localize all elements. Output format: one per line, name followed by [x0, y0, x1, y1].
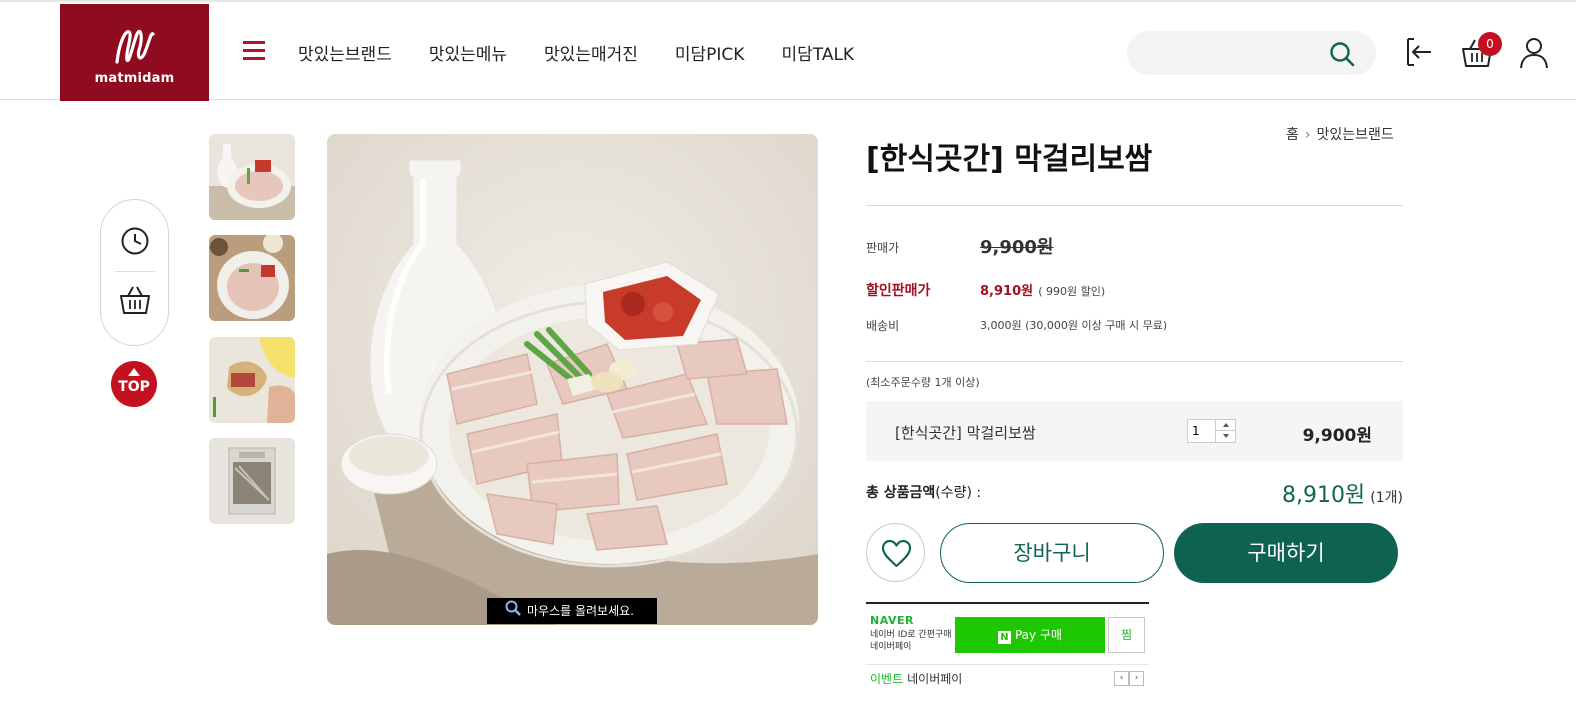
chevron-right-icon[interactable]: ›: [1129, 671, 1144, 686]
product-page: matmidam 맛있는브랜드 맛있는메뉴 맛있는매거진 미담PICK 미담TA…: [0, 0, 1576, 714]
arrow-up-icon: [128, 368, 140, 376]
original-price: 9,900원: [980, 237, 1054, 258]
scroll-top-button[interactable]: TOP: [111, 361, 157, 407]
min-order-note: (최소주문수량 1개 이상): [866, 376, 980, 389]
buy-now-button[interactable]: 구매하기: [1174, 523, 1398, 583]
shipping-label: 배송비: [866, 319, 900, 333]
search-box: [1127, 31, 1376, 75]
product-main-image[interactable]: [327, 134, 818, 625]
logo-mark-icon: [60, 24, 209, 70]
total-count: (1개): [1370, 490, 1403, 506]
logo[interactable]: matmidam: [60, 4, 209, 101]
chevron-right-icon: ›: [1304, 127, 1311, 143]
user-icon[interactable]: [1519, 36, 1549, 74]
divider: [866, 205, 1403, 206]
menu-icon[interactable]: [243, 41, 265, 63]
divider: [866, 664, 1149, 665]
recent-view-icon[interactable]: [120, 226, 150, 260]
thumbnail-3[interactable]: [209, 337, 295, 423]
naver-zzim-button[interactable]: 찜: [1108, 617, 1145, 653]
breadcrumb-home[interactable]: 홈: [1286, 127, 1299, 143]
naver-n-icon: N: [997, 631, 1011, 644]
quantity-stepper: [1187, 419, 1236, 443]
option-name: [한식곳간] 막걸리보쌈: [895, 424, 1036, 442]
naver-pay-widget: NAVER 네이버 ID로 간편구매 네이버페이 N Pay 구매 찜 이벤트 네이…: [866, 602, 1149, 692]
naver-logo: NAVER: [870, 614, 914, 627]
quantity-input[interactable]: [1192, 423, 1216, 439]
total-label: 총 상품금액(수량) :: [866, 485, 982, 501]
chevron-left-icon[interactable]: ‹: [1114, 671, 1129, 686]
nav-item-menu[interactable]: 맛있는메뉴: [429, 40, 507, 65]
search-icon[interactable]: [1328, 40, 1356, 72]
price-label: 판매가: [866, 241, 900, 255]
wishlist-button[interactable]: [866, 523, 925, 582]
sale-price-label: 할인판매가: [866, 283, 931, 299]
sale-price-row: 8,910원 ( 990원 할인): [980, 280, 1105, 299]
thumbnail-1[interactable]: [209, 134, 295, 220]
nav-item-talk[interactable]: 미담TALK: [781, 40, 854, 65]
heart-icon: [881, 539, 912, 568]
logo-text: matmidam: [94, 71, 175, 86]
quantity-up-button[interactable]: [1216, 420, 1235, 431]
divider: [866, 361, 1403, 362]
event-pager: ‹ ›: [1114, 671, 1144, 686]
breadcrumb: 홈 › 맛있는브랜드: [1286, 124, 1394, 144]
breadcrumb-brand[interactable]: 맛있는브랜드: [1317, 127, 1394, 143]
nav-item-brand[interactable]: 맛있는브랜드: [298, 40, 392, 65]
shipping-fee: 3,000원 (30,000원 이상 구매 시 무료): [980, 319, 1168, 332]
add-to-cart-button[interactable]: 장바구니: [940, 523, 1164, 583]
total-price: 8,910원 (1개): [1282, 477, 1403, 509]
site-header: matmidam 맛있는브랜드 맛있는메뉴 맛있는매거진 미담PICK 미담TA…: [0, 0, 1576, 101]
thumbnail-2[interactable]: [209, 235, 295, 321]
event-tag: 이벤트: [870, 672, 904, 686]
nav-item-magazine[interactable]: 맛있는매거진: [544, 40, 638, 65]
sale-price: 8,910원: [980, 284, 1034, 299]
quick-cart-icon[interactable]: [118, 285, 152, 319]
naver-pay-desc: 네이버 ID로 간편구매 네이버페이: [870, 630, 952, 652]
total-amount: 8,910원: [1281, 483, 1366, 508]
cart-count-badge: 0: [1478, 32, 1502, 56]
thumbnail-4[interactable]: [209, 438, 295, 524]
discount-note: ( 990원 할인): [1038, 285, 1106, 298]
zoom-hint: 마우스를 올려보세요.: [487, 598, 657, 624]
login-icon[interactable]: [1404, 36, 1434, 72]
quick-bar: [100, 199, 169, 346]
option-price: 9,900원: [1302, 426, 1372, 446]
quantity-down-button[interactable]: [1216, 431, 1235, 442]
naver-pay-button[interactable]: N Pay 구매: [955, 617, 1105, 653]
selected-option: [한식곳간] 막걸리보쌈 9,900원: [866, 401, 1403, 461]
naver-event: 이벤트 네이버페이: [870, 672, 963, 686]
nav-item-pick[interactable]: 미담PICK: [675, 40, 745, 65]
search-input[interactable]: [1145, 41, 1325, 65]
main-nav: 맛있는브랜드 맛있는메뉴 맛있는매거진 미담PICK 미담TALK: [298, 40, 891, 65]
quickbar-divider: [115, 271, 155, 272]
magnifier-icon: [505, 599, 521, 625]
product-title: [한식곳간] 막걸리보쌈: [866, 142, 1153, 177]
